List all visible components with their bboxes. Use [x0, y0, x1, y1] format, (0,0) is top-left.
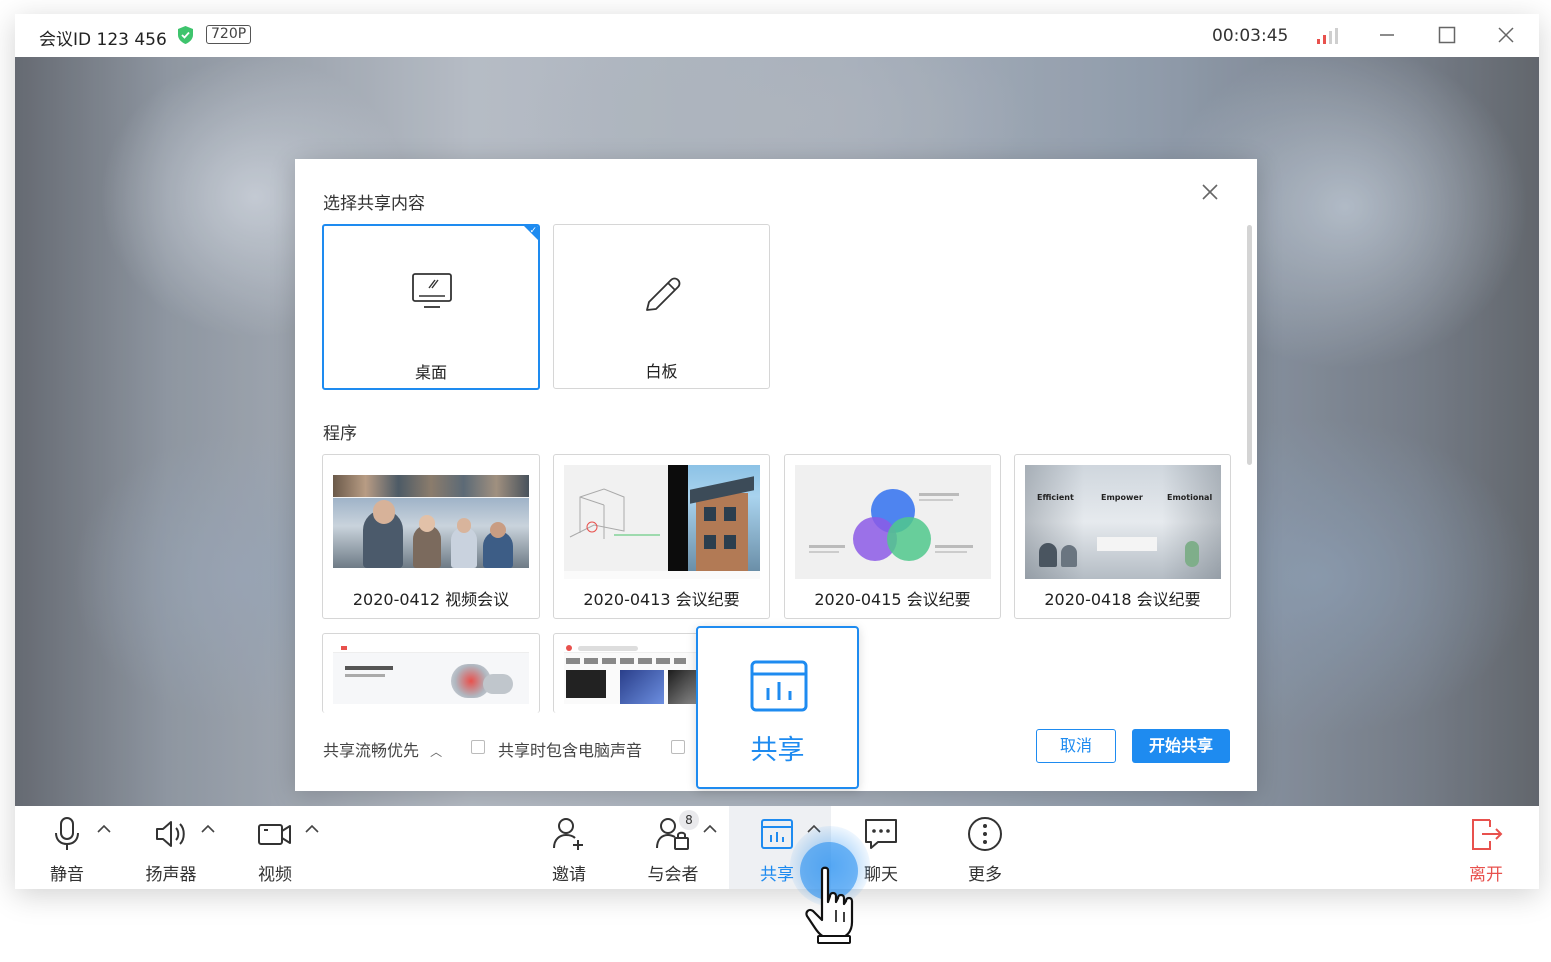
- program-thumbnail: [333, 465, 529, 579]
- microphone-icon: [55, 817, 79, 850]
- share-screen-icon: [750, 660, 808, 712]
- video-label: 视频: [258, 865, 292, 885]
- mute-button[interactable]: 静音: [37, 806, 97, 889]
- close-icon[interactable]: [1495, 24, 1517, 46]
- share-zoom-label: 共享: [750, 735, 805, 766]
- program-thumbnail: Efficient Empower Emotional: [1025, 465, 1221, 579]
- participants-label: 与会者: [647, 865, 699, 885]
- program-label: 2020-0415 会议纪要: [814, 590, 971, 609]
- start-share-button[interactable]: 开始共享: [1132, 729, 1230, 763]
- program-card[interactable]: [322, 633, 540, 713]
- invite-label: 邀请: [552, 865, 586, 885]
- program-thumbnail: [564, 465, 760, 579]
- program-card[interactable]: 2020-0412 视频会议: [322, 454, 540, 619]
- thumb-text-empower: Empower: [1101, 493, 1143, 502]
- more-button[interactable]: 更多: [955, 806, 1015, 889]
- minimize-icon[interactable]: [1376, 24, 1398, 46]
- signal-strength-icon: [1317, 28, 1339, 44]
- option-checkbox[interactable]: [671, 740, 685, 754]
- dialog-title: 选择共享内容: [323, 194, 425, 214]
- program-label: 2020-0412 视频会议: [352, 590, 510, 609]
- include-audio-label: 共享时包含电脑声音: [498, 741, 643, 760]
- video-button[interactable]: 视频: [245, 806, 305, 889]
- share-screen-icon: [761, 819, 793, 849]
- chevron-up-icon[interactable]: [701, 822, 719, 836]
- sketch-drawing: [569, 488, 660, 539]
- share-quality-select[interactable]: 共享流畅优先 ︿: [323, 737, 442, 761]
- program-card[interactable]: Efficient Empower Emotional 2020-0418 会议…: [1014, 454, 1231, 619]
- speaker-icon: [156, 821, 185, 847]
- more-icon: [968, 817, 1002, 851]
- desktop-card[interactable]: ✓ 桌面: [322, 224, 540, 390]
- include-audio-checkbox[interactable]: [471, 740, 485, 754]
- participants-count-badge: 8: [679, 810, 699, 830]
- speaker-label: 扬声器: [145, 865, 197, 885]
- title-bar: 会议ID 123 456 720P 00:03:45: [15, 14, 1539, 57]
- hand-cursor-icon: [805, 866, 854, 944]
- thumb-text-efficient: Efficient: [1037, 493, 1074, 502]
- maximize-icon[interactable]: [1436, 24, 1458, 46]
- whiteboard-card-label: 白板: [645, 362, 678, 381]
- program-thumbnail: [795, 465, 991, 579]
- monitor-icon: [412, 273, 452, 308]
- desktop-card-label: 桌面: [414, 363, 447, 382]
- invite-button[interactable]: 邀请: [539, 806, 599, 889]
- chevron-up-icon: ︿: [430, 745, 443, 759]
- cancel-button[interactable]: 取消: [1036, 729, 1116, 763]
- program-label: 2020-0418 会议纪要: [1044, 590, 1201, 609]
- chevron-up-icon[interactable]: [303, 822, 321, 836]
- program-thumbnail: [333, 644, 529, 704]
- more-label: 更多: [968, 865, 1002, 885]
- chat-icon: [865, 819, 897, 849]
- meeting-toolbar: 静音 扬声器 视频 邀请 与会者 8 共享 聊天 更多 离开: [15, 806, 1539, 889]
- resolution-badge: 720P: [206, 25, 252, 44]
- add-user-icon: [553, 818, 583, 850]
- video-camera-icon: [258, 824, 291, 845]
- program-card[interactable]: 2020-0413 会议纪要: [553, 454, 770, 619]
- share-quality-label: 共享流畅优先: [323, 741, 420, 760]
- thumb-text-emotional: Emotional: [1167, 493, 1213, 502]
- dialog-scrollbar[interactable]: [1247, 225, 1252, 465]
- leave-button[interactable]: 离开: [1456, 806, 1516, 889]
- exit-icon: [1472, 819, 1503, 850]
- whiteboard-card[interactable]: 白板: [553, 224, 770, 389]
- chevron-up-icon[interactable]: [199, 822, 217, 836]
- share-zoom-callout: 共享: [696, 626, 859, 789]
- program-card[interactable]: 2020-0415 会议纪要: [784, 454, 1001, 619]
- pencil-icon: [646, 277, 681, 311]
- shield-icon: [178, 26, 193, 44]
- meeting-id: 会议ID 123 456: [39, 30, 167, 50]
- programs-section-label: 程序: [323, 424, 357, 444]
- speaker-button[interactable]: 扬声器: [141, 806, 201, 889]
- meeting-timer: 00:03:45: [1212, 26, 1289, 46]
- leave-label: 离开: [1469, 865, 1503, 885]
- program-label: 2020-0413 会议纪要: [583, 590, 740, 609]
- dialog-close-icon[interactable]: [1199, 181, 1221, 203]
- check-icon: ✓: [529, 226, 537, 236]
- chevron-up-icon[interactable]: [95, 822, 113, 836]
- mute-label: 静音: [50, 865, 84, 885]
